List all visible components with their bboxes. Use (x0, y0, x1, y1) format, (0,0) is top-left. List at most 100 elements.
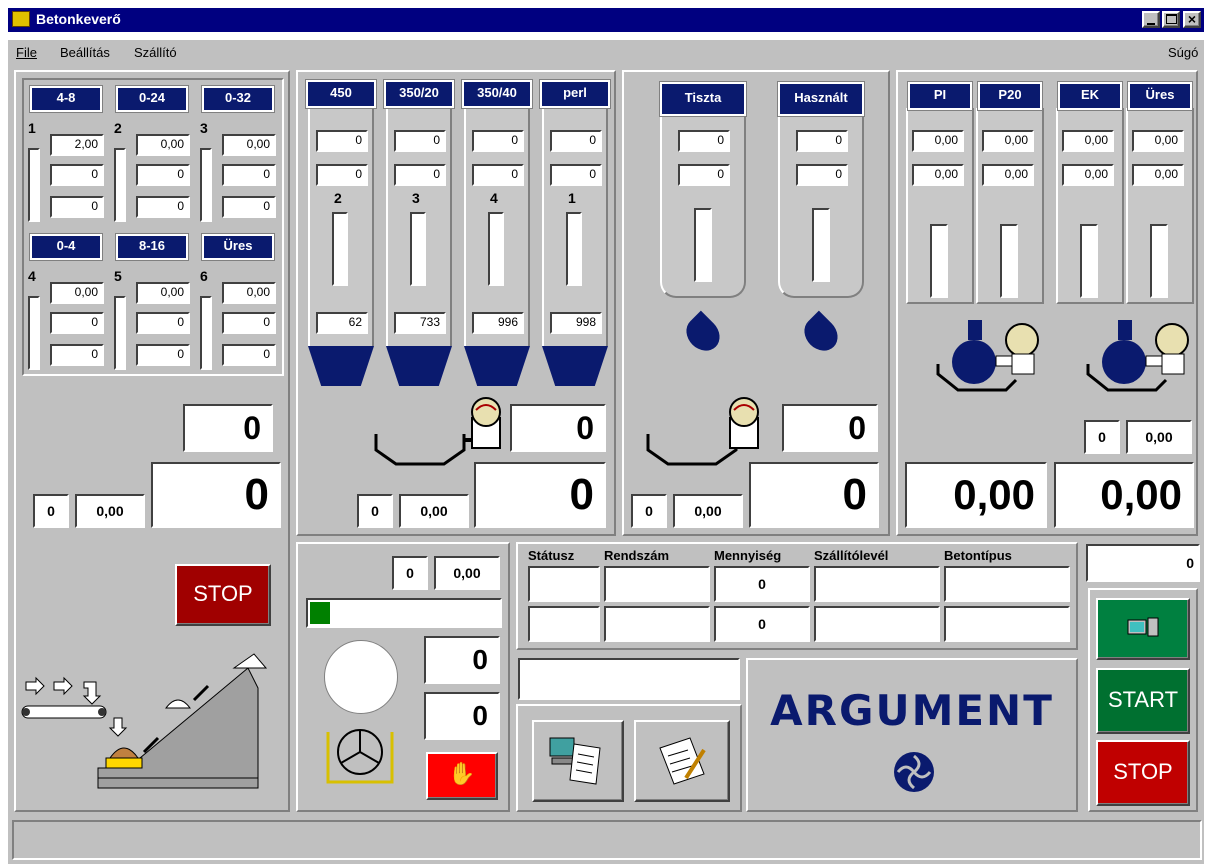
menu-settings[interactable]: Beállítás (60, 45, 110, 60)
aggregate-level-gauge (28, 148, 40, 222)
aggregate-field-1[interactable]: 0,00 (50, 282, 104, 304)
aggregate-header: 4-8 (29, 85, 103, 113)
cement-field-1[interactable]: 0 (550, 130, 602, 152)
mixer-drum-indicator (324, 640, 398, 714)
aggregate-header: 0-4 (29, 233, 103, 261)
additive-header: PI (907, 81, 973, 111)
mixer-count-field: 0 (392, 556, 428, 590)
menu-supplier[interactable]: Szállító (134, 45, 177, 60)
table-cell[interactable] (944, 606, 1070, 642)
computer-icon (1127, 617, 1159, 637)
mixer-progress-bar (306, 598, 502, 628)
close-button[interactable]: × (1183, 11, 1201, 28)
cement-field-1[interactable]: 0 (394, 130, 446, 152)
brand-emblem-icon (894, 752, 934, 792)
computer-document-button[interactable] (532, 720, 624, 802)
cement-field-1[interactable]: 0 (472, 130, 524, 152)
aggregate-number: 4 (28, 268, 36, 284)
aggregate-field-1[interactable]: 2,00 (50, 134, 104, 156)
stop-button[interactable]: STOP (1096, 740, 1190, 806)
cement-total-display: 0 (474, 462, 606, 528)
start-button[interactable]: START (1096, 668, 1190, 734)
cement-field-2[interactable]: 0 (394, 164, 446, 186)
menu-file[interactable]: File (16, 45, 37, 60)
cement-field-2[interactable]: 0 (550, 164, 602, 186)
status-bar (12, 820, 1202, 860)
table-cell[interactable]: 0 (714, 566, 810, 602)
cement-weigh-hopper-icon (374, 397, 501, 466)
aggregate-field-1[interactable]: 0,00 (222, 134, 276, 156)
aggregate-field-1[interactable]: 0,00 (136, 134, 190, 156)
water-total-display: 0 (749, 462, 879, 528)
aggregate-count-field: 0 (33, 494, 69, 528)
aggregate-field-2[interactable]: 0 (136, 164, 190, 186)
water-field-1[interactable]: 0 (796, 130, 848, 152)
additive-field-1[interactable]: 0,00 (1062, 130, 1114, 152)
minimize-button[interactable] (1142, 11, 1160, 28)
additive-field-2[interactable]: 0,00 (912, 164, 964, 186)
cement-level-gauge (566, 212, 582, 286)
additive-total-display-1: 0,00 (905, 462, 1047, 528)
aggregate-field-1[interactable]: 0,00 (136, 282, 190, 304)
aggregate-header: 0-24 (115, 85, 189, 113)
aggregate-header: Üres (201, 233, 275, 261)
computer-document-icon (549, 737, 601, 785)
cement-field-2[interactable]: 0 (316, 164, 368, 186)
water-field-2[interactable]: 0 (678, 164, 730, 186)
additive-count-field: 0 (1084, 420, 1120, 454)
aggregate-number: 3 (200, 120, 208, 136)
cement-field-2[interactable]: 0 (472, 164, 524, 186)
aggregate-field-2[interactable]: 0 (222, 312, 276, 334)
aggregate-field-3[interactable]: 0 (136, 196, 190, 218)
cement-level-gauge (488, 212, 504, 286)
additive-scale-icon-1 (936, 320, 1039, 392)
maximize-button[interactable] (1162, 11, 1180, 28)
title-bar: Betonkeverő × (0, 0, 1209, 40)
additive-field-1[interactable]: 0,00 (912, 130, 964, 152)
additive-field-1[interactable]: 0,00 (982, 130, 1034, 152)
emergency-hand-button[interactable]: ✋ (426, 752, 498, 800)
computer-mode-button[interactable] (1096, 598, 1190, 660)
aggregate-field-3[interactable]: 0 (222, 344, 276, 366)
aggregate-field-2[interactable]: 0 (50, 312, 104, 334)
table-cell[interactable] (604, 606, 710, 642)
table-header: Rendszám (604, 548, 670, 563)
cement-silo-number: 2 (334, 190, 342, 206)
mixer-value-field: 0,00 (434, 556, 500, 590)
mixer-field-1: 0 (424, 636, 500, 684)
aggregate-field-3[interactable]: 0 (136, 344, 190, 366)
cement-silo-number: 3 (412, 190, 420, 206)
edit-document-button[interactable] (634, 720, 730, 802)
additive-field-2[interactable]: 0,00 (982, 164, 1034, 186)
aggregate-field-3[interactable]: 0 (50, 344, 104, 366)
aggregate-stop-button[interactable]: STOP (175, 564, 271, 626)
aggregate-field-2[interactable]: 0 (222, 164, 276, 186)
cement-scale-display: 0 (510, 404, 606, 452)
cement-header: 450 (305, 79, 377, 109)
additive-field-2[interactable]: 0,00 (1062, 164, 1114, 186)
additive-level-gauge (930, 224, 948, 298)
table-cell[interactable] (814, 566, 940, 602)
additive-level-gauge (1080, 224, 1098, 298)
table-cell[interactable] (528, 606, 600, 642)
table-cell[interactable] (944, 566, 1070, 602)
aggregate-field-2[interactable]: 0 (50, 164, 104, 186)
aggregate-header: 0-32 (201, 85, 275, 113)
cement-field-1[interactable]: 0 (316, 130, 368, 152)
aggregate-field-3[interactable]: 0 (50, 196, 104, 218)
table-cell[interactable] (528, 566, 600, 602)
aggregate-field-3[interactable]: 0 (222, 196, 276, 218)
table-cell[interactable] (814, 606, 940, 642)
water-field-2[interactable]: 0 (796, 164, 848, 186)
additive-field-2[interactable]: 0,00 (1132, 164, 1184, 186)
additive-field-1[interactable]: 0,00 (1132, 130, 1184, 152)
aggregate-number: 6 (200, 268, 208, 284)
table-cell[interactable] (604, 566, 710, 602)
menu-help[interactable]: Súgó (1168, 45, 1198, 60)
aggregate-field-1[interactable]: 0,00 (222, 282, 276, 304)
aggregate-field-2[interactable]: 0 (136, 312, 190, 334)
water-field-1[interactable]: 0 (678, 130, 730, 152)
aggregate-header: 8-16 (115, 233, 189, 261)
cement-level-field: 996 (472, 312, 524, 334)
table-cell[interactable]: 0 (714, 606, 810, 642)
